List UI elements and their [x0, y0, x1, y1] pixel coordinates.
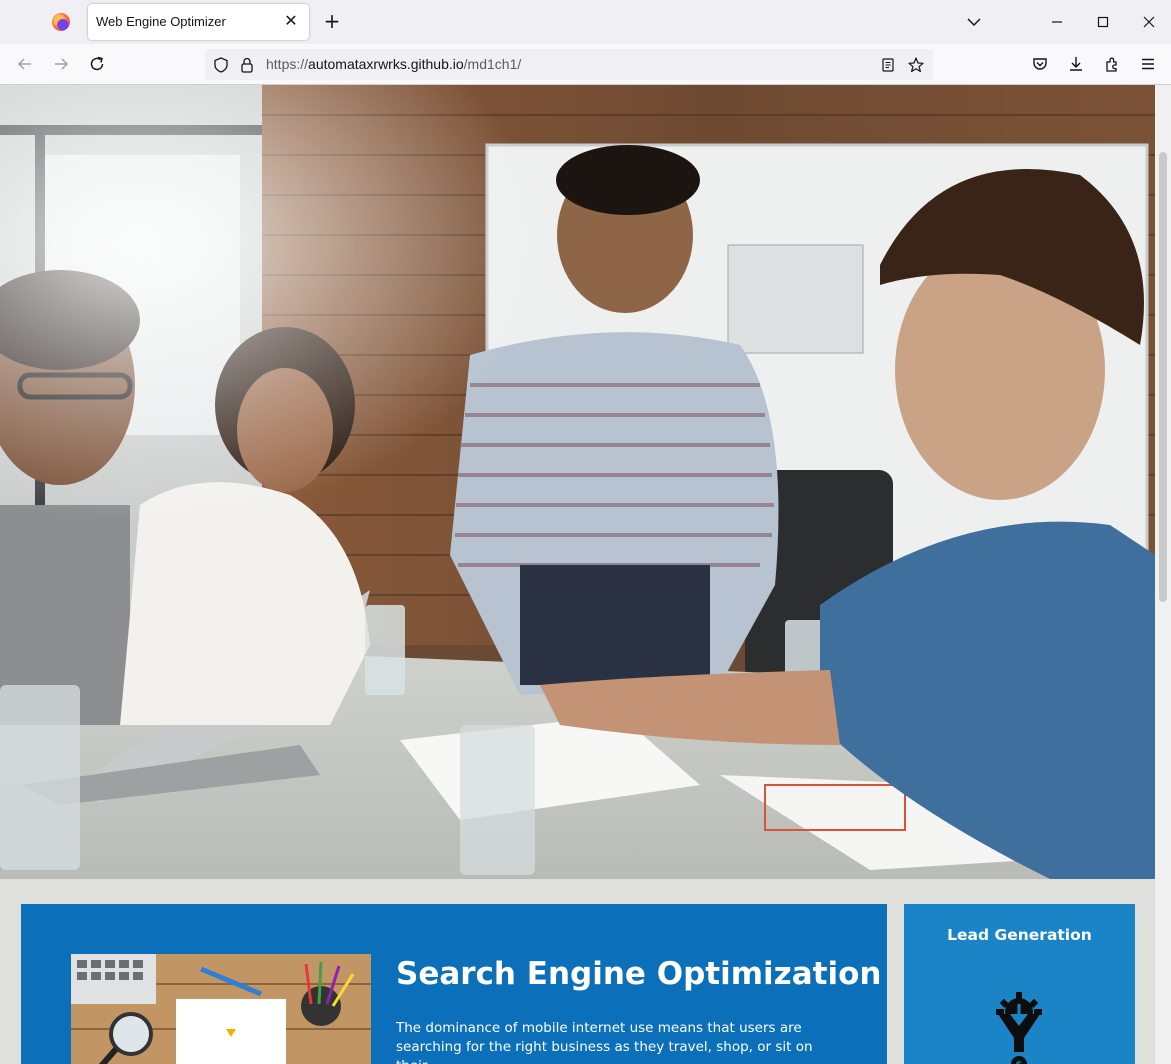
- new-tab-button[interactable]: +: [321, 10, 343, 32]
- shield-icon[interactable]: [212, 56, 230, 74]
- url-scheme: https://: [266, 56, 309, 72]
- extensions-icon[interactable]: [1102, 54, 1122, 74]
- tab-title: Web Engine Optimizer: [96, 14, 226, 29]
- hero-image: [0, 85, 1155, 879]
- menu-icon[interactable]: [1138, 54, 1158, 74]
- reload-icon[interactable]: [87, 54, 107, 74]
- lead-generation-heading: Lead Generation: [947, 926, 1092, 944]
- minimize-icon[interactable]: [1046, 11, 1068, 33]
- svg-text:$: $: [1016, 1060, 1023, 1064]
- gear-funnel-dollar-icon: $: [996, 992, 1042, 1064]
- seo-heading: Search Engine Optimization: [396, 956, 882, 992]
- seo-body-text: The dominance of mobile internet use mea…: [396, 1020, 813, 1064]
- page-scrollbar[interactable]: [1155, 85, 1171, 1064]
- lead-generation-panel: Lead Generation $: [904, 904, 1135, 1064]
- lock-icon[interactable]: [238, 56, 256, 74]
- tab-close-button[interactable]: ✕: [281, 11, 301, 31]
- seo-thumbnail-image: [71, 954, 371, 1064]
- url-bar[interactable]: https://automataxrwrks.github.io/md1ch1/: [205, 49, 933, 80]
- seo-panel: Search Engine Optimization The dominance…: [21, 904, 887, 1064]
- tab-active[interactable]: Web Engine Optimizer ✕: [88, 4, 309, 40]
- downloads-icon[interactable]: [1066, 54, 1086, 74]
- url-path: /md1ch1/: [463, 56, 522, 72]
- maximize-icon[interactable]: [1092, 11, 1114, 33]
- tab-strip: Web Engine Optimizer ✕ +: [0, 0, 1171, 44]
- close-window-icon[interactable]: [1138, 11, 1160, 33]
- bookmark-star-icon[interactable]: [907, 56, 925, 74]
- url-host: automataxrwrks.github.io: [308, 56, 464, 72]
- firefox-logo-icon: [52, 13, 70, 31]
- forward-icon[interactable]: [51, 54, 71, 74]
- page-content: Search Engine Optimization The dominance…: [0, 85, 1155, 1064]
- pocket-icon[interactable]: [1030, 54, 1050, 74]
- list-all-tabs-icon[interactable]: [964, 12, 984, 32]
- scrollbar-thumb[interactable]: [1159, 152, 1167, 602]
- navigation-toolbar: https://automataxrwrks.github.io/md1ch1/: [0, 44, 1171, 85]
- url-text[interactable]: https://automataxrwrks.github.io/md1ch1/: [266, 56, 521, 72]
- back-icon[interactable]: [15, 54, 35, 74]
- reader-view-icon[interactable]: [879, 56, 897, 74]
